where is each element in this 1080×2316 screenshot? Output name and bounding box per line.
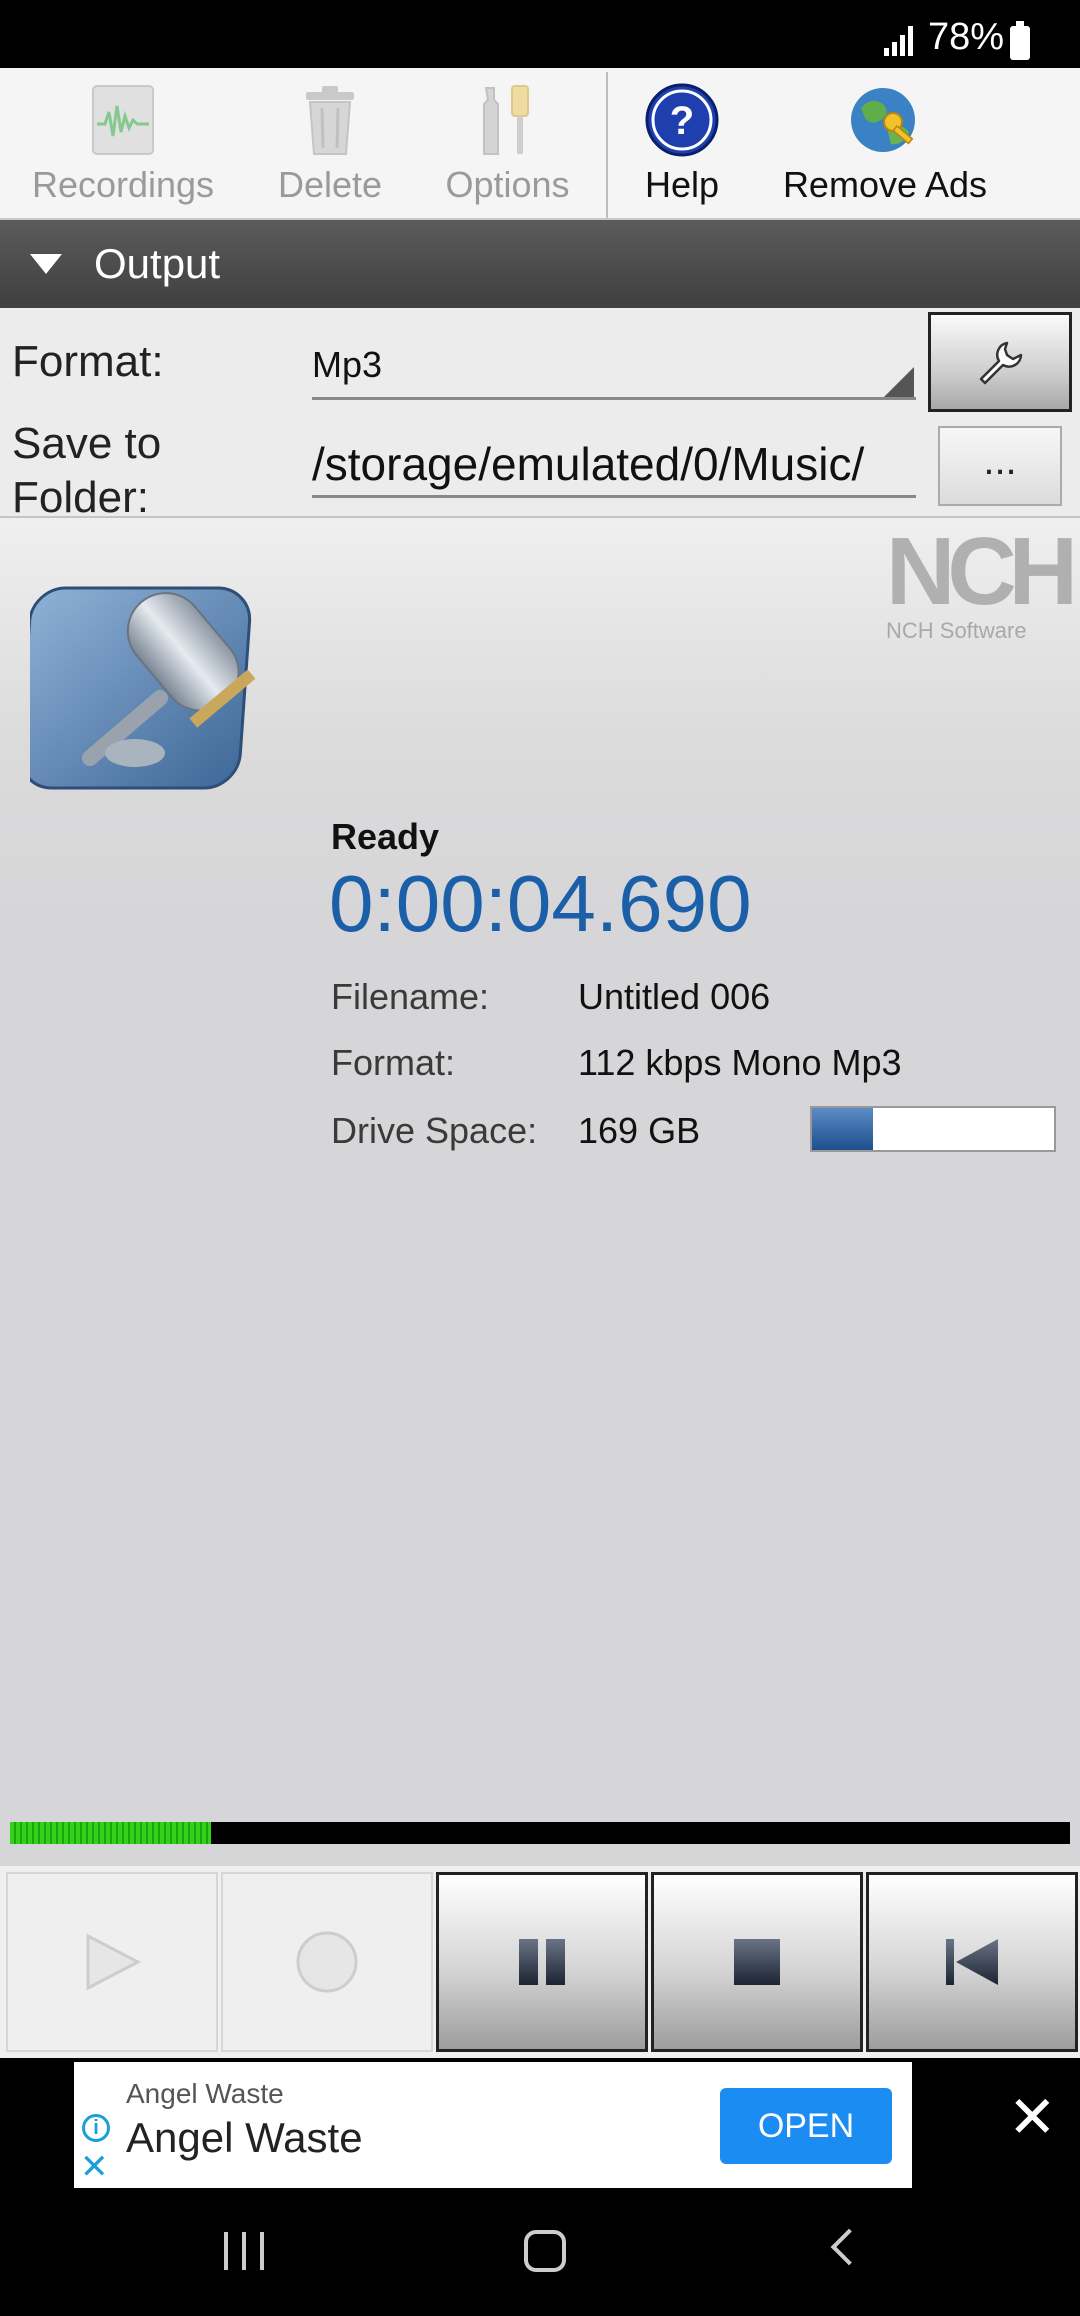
system-nav-bar <box>0 2192 1080 2316</box>
audio-level-meter <box>10 1822 1070 1844</box>
ad-open-button[interactable]: OPEN <box>720 2088 892 2164</box>
output-title: Output <box>94 240 221 287</box>
recorder-panel: NCH NCH Software Ready 0:00:04.690 Filen… <box>0 518 1080 1818</box>
nch-logo: NCH NCH Software <box>886 518 1078 654</box>
stop-icon <box>734 1939 780 1985</box>
globe-key-icon <box>851 88 915 152</box>
save-folder-field[interactable]: /storage/emulated/0/Music/ <box>312 436 916 498</box>
skip-to-start-button[interactable] <box>866 1872 1078 2052</box>
toolbar: Recordings Delete Options ? Help Remove … <box>0 68 1080 220</box>
options-label: Options <box>445 164 570 205</box>
help-button[interactable]: ? Help <box>624 68 740 220</box>
remove-ads-label: Remove Ads <box>782 164 988 205</box>
pause-button[interactable] <box>436 1872 648 2052</box>
record-icon <box>296 1931 358 1993</box>
collapse-triangle-icon <box>30 254 62 274</box>
back-icon[interactable] <box>830 2228 868 2266</box>
ad-headline: Angel Waste <box>126 2114 363 2161</box>
recordings-button[interactable]: Recordings <box>20 68 226 220</box>
options-button[interactable]: Options <box>430 68 585 220</box>
filename-value: Untitled 006 <box>578 976 771 1017</box>
recordings-icon <box>92 85 154 155</box>
transport-controls <box>0 1866 1080 2058</box>
trash-icon <box>306 86 354 155</box>
drive-space-label: Drive Space: <box>331 1110 538 1151</box>
dropdown-arrow-icon <box>884 367 914 397</box>
drive-space-bar-fill <box>812 1108 873 1150</box>
audio-level-fill <box>10 1822 212 1844</box>
delete-label: Delete <box>277 164 383 205</box>
output-settings: Format: Mp3 Save to Folder: /storage/emu… <box>0 308 1080 522</box>
home-icon[interactable] <box>524 2230 566 2272</box>
recent-apps-icon[interactable] <box>222 2232 266 2270</box>
battery-percent: 78% <box>928 16 1005 58</box>
recordings-label: Recordings <box>31 164 215 205</box>
signal-icon <box>884 26 916 56</box>
ad-dismiss-icon[interactable]: ✕ <box>80 2150 109 2184</box>
wrench-icon <box>979 341 1023 385</box>
play-button[interactable] <box>6 1872 218 2052</box>
stop-button[interactable] <box>651 1872 863 2052</box>
toolbar-divider <box>606 72 608 218</box>
status-bar: 78% <box>0 0 1080 68</box>
save-to-label-line1: Save to <box>12 419 162 468</box>
remove-ads-button[interactable]: Remove Ads <box>770 68 1000 220</box>
battery-icon <box>1010 21 1030 60</box>
output-section-header[interactable]: Output <box>0 220 1080 308</box>
recording-timer: 0:00:04.690 <box>329 859 752 948</box>
help-label: Help <box>644 164 720 205</box>
format-label: Format: <box>12 337 164 386</box>
play-icon <box>86 1933 142 1991</box>
ad-advertiser: Angel Waste <box>126 2078 284 2109</box>
format-select-value: Mp3 <box>312 344 383 385</box>
ad-card[interactable]: i ✕ Angel Waste Angel Waste OPEN <box>74 2062 912 2188</box>
svg-text:?: ? <box>670 99 694 143</box>
ad-close-icon[interactable]: ✕ <box>1008 2088 1057 2148</box>
help-icon: ? <box>645 83 719 157</box>
nch-logo-text: NCH <box>886 518 1078 625</box>
recording-status: Ready <box>331 816 440 857</box>
ad-banner: i ✕ Angel Waste Angel Waste OPEN ✕ <box>0 2058 1080 2192</box>
drive-space-value: 169 GB <box>578 1110 701 1151</box>
filename-label: Filename: <box>331 976 490 1017</box>
format-settings-button[interactable] <box>928 312 1072 412</box>
delete-button[interactable]: Delete <box>250 68 410 220</box>
drive-space-bar <box>810 1106 1056 1152</box>
browse-folder-button[interactable]: ... <box>938 426 1062 506</box>
record-button[interactable] <box>221 1872 433 2052</box>
format-select[interactable]: Mp3 <box>312 330 916 400</box>
tools-icon <box>482 85 529 155</box>
pause-icon <box>519 1939 565 1985</box>
format-info-label: Format: <box>331 1042 456 1083</box>
ad-info-icon[interactable]: i <box>82 2114 110 2142</box>
microphone-logo <box>30 586 256 790</box>
skip-back-icon <box>946 1939 998 1985</box>
format-info-value: 112 kbps Mono Mp3 <box>578 1042 902 1083</box>
